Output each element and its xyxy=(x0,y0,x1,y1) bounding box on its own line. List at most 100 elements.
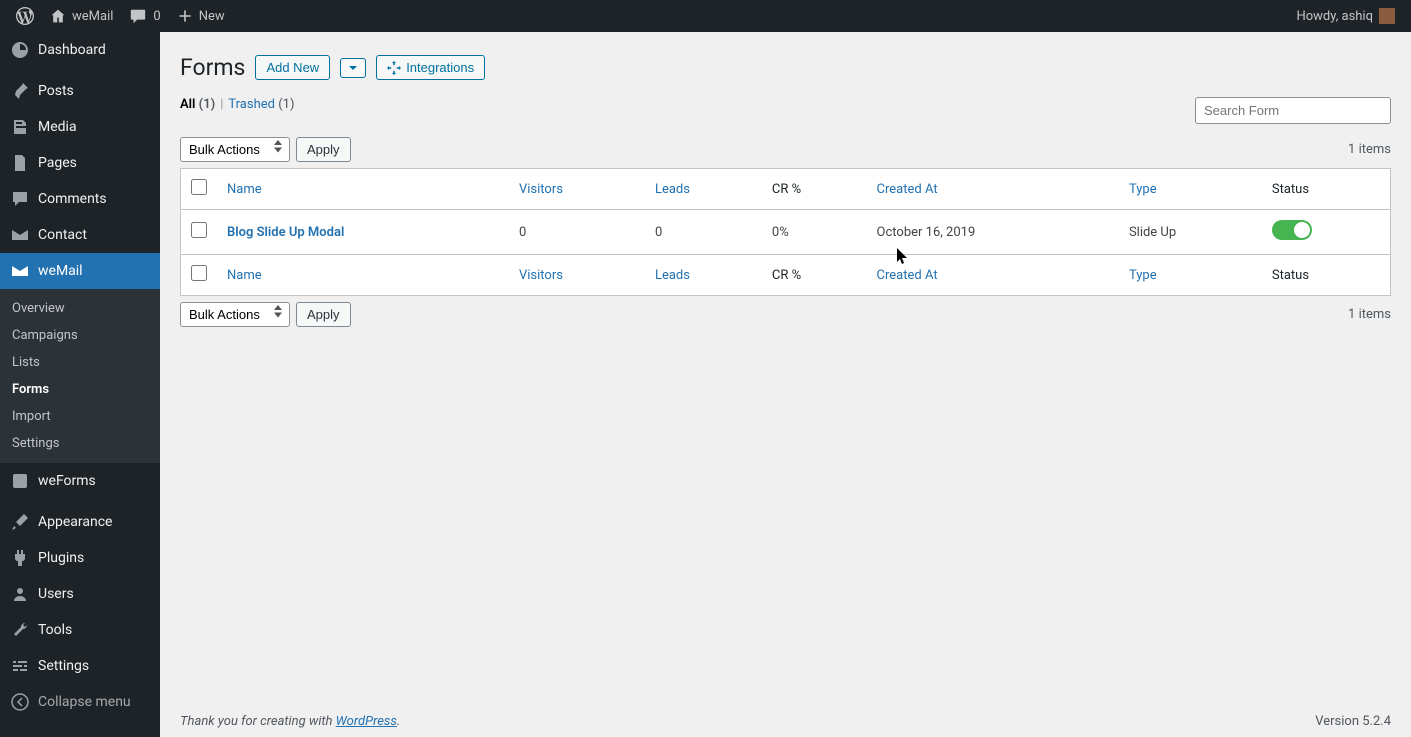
search-input[interactable] xyxy=(1195,97,1391,124)
wrench-icon xyxy=(10,620,30,640)
sidebar-item-comments[interactable]: Comments xyxy=(0,181,160,217)
new-label: New xyxy=(199,9,225,24)
admin-bar: weMail 0 New Howdy, ashiq xyxy=(0,0,1411,32)
sidebar-item-weforms[interactable]: weForms xyxy=(0,463,160,499)
comment-icon xyxy=(129,7,147,25)
col-status: Status xyxy=(1262,169,1391,210)
mail-icon xyxy=(10,225,30,245)
col-status: Status xyxy=(1262,255,1391,296)
pin-icon xyxy=(10,81,30,101)
row-checkbox[interactable] xyxy=(191,222,207,238)
comments-link[interactable]: 0 xyxy=(121,0,168,32)
row-type: Slide Up xyxy=(1119,210,1262,255)
howdy-label: Howdy, ashiq xyxy=(1296,9,1373,24)
page-header: Forms Add New Integrations xyxy=(180,54,1391,81)
add-new-button[interactable]: Add New xyxy=(255,55,330,80)
home-icon xyxy=(50,8,66,24)
col-visitors[interactable]: Visitors xyxy=(509,169,645,210)
caret-down-icon xyxy=(348,63,358,73)
filter-row: All (1) | Trashed (1) xyxy=(180,97,1391,131)
brush-icon xyxy=(10,512,30,532)
user-icon xyxy=(10,584,30,604)
sidebar-item-tools[interactable]: Tools xyxy=(0,612,160,648)
sidebar-item-contact[interactable]: Contact xyxy=(0,217,160,253)
select-all-top[interactable] xyxy=(191,179,207,195)
dashboard-icon xyxy=(10,40,30,60)
account-link[interactable]: Howdy, ashiq xyxy=(1288,0,1403,32)
sidebar-item-collapse[interactable]: Collapse menu xyxy=(0,684,160,720)
apply-button-bottom[interactable]: Apply xyxy=(296,302,351,327)
site-name-label: weMail xyxy=(72,9,113,24)
tablenav-bottom: Bulk Actions Apply 1 items xyxy=(180,302,1391,327)
new-content-link[interactable]: New xyxy=(169,0,233,32)
col-type[interactable]: Type xyxy=(1119,169,1262,210)
comments-count: 0 xyxy=(153,9,160,24)
submenu-item-lists[interactable]: Lists xyxy=(0,349,160,376)
integrations-button[interactable]: Integrations xyxy=(376,55,485,80)
sidebar-item-settings[interactable]: Settings xyxy=(0,648,160,684)
items-count-bottom: 1 items xyxy=(1348,307,1391,322)
status-toggle[interactable] xyxy=(1272,220,1312,240)
bulk-actions-select-bottom[interactable]: Bulk Actions xyxy=(180,302,290,327)
submenu-item-settings[interactable]: Settings xyxy=(0,430,160,457)
sidebar-item-label: Contact xyxy=(38,227,87,243)
tablenav-top: Bulk Actions Apply 1 items xyxy=(180,137,1391,162)
wp-footer: Thank you for creating with WordPress. V… xyxy=(160,706,1411,737)
col-name[interactable]: Name xyxy=(217,255,509,296)
col-created-at[interactable]: Created At xyxy=(867,255,1119,296)
sliders-icon xyxy=(10,656,30,676)
sidebar-item-dashboard[interactable]: Dashboard xyxy=(0,32,160,68)
weforms-icon xyxy=(10,471,30,491)
wp-logo[interactable] xyxy=(8,0,42,32)
main-content: Forms Add New Integrations All (1) | Tra… xyxy=(160,32,1411,737)
sidebar-item-label: Media xyxy=(38,119,77,135)
col-leads[interactable]: Leads xyxy=(645,255,762,296)
submenu-item-campaigns[interactable]: Campaigns xyxy=(0,322,160,349)
col-name[interactable]: Name xyxy=(217,169,509,210)
sidebar-item-label: Comments xyxy=(38,191,107,207)
sidebar-item-label: Posts xyxy=(38,83,74,99)
sidebar-item-users[interactable]: Users xyxy=(0,576,160,612)
select-all-bottom[interactable] xyxy=(191,265,207,281)
bulk-actions-select-top[interactable]: Bulk Actions xyxy=(180,137,290,162)
sidebar-item-posts[interactable]: Posts xyxy=(0,73,160,109)
sidebar-item-wemail[interactable]: weMail xyxy=(0,253,160,289)
comment-icon xyxy=(10,189,30,209)
col-cr: CR % xyxy=(762,169,867,210)
apply-button-top[interactable]: Apply xyxy=(296,137,351,162)
table-row: Blog Slide Up Modal 0 0 0% October 16, 2… xyxy=(181,210,1391,255)
filter-all[interactable]: All (1) xyxy=(180,97,215,112)
col-visitors[interactable]: Visitors xyxy=(509,255,645,296)
sidebar-item-media[interactable]: Media xyxy=(0,109,160,145)
footer-text: Thank you for creating with WordPress. xyxy=(180,714,400,729)
forms-table: Name Visitors Leads CR % Created At Type… xyxy=(180,168,1391,296)
submenu-item-import[interactable]: Import xyxy=(0,403,160,430)
sidebar-item-pages[interactable]: Pages xyxy=(0,145,160,181)
col-leads[interactable]: Leads xyxy=(645,169,762,210)
collapse-icon xyxy=(10,692,30,712)
sidebar-item-appearance[interactable]: Appearance xyxy=(0,504,160,540)
search-box xyxy=(1195,97,1391,124)
row-leads: 0 xyxy=(645,210,762,255)
version-label: Version 5.2.4 xyxy=(1315,714,1391,729)
items-count-top: 1 items xyxy=(1348,142,1391,157)
add-new-dropdown-button[interactable] xyxy=(340,58,366,78)
col-type[interactable]: Type xyxy=(1119,255,1262,296)
page-icon xyxy=(10,153,30,173)
site-name-link[interactable]: weMail xyxy=(42,0,121,32)
wordpress-link[interactable]: WordPress xyxy=(336,714,397,729)
sidebar-item-label: Pages xyxy=(38,155,77,171)
row-title-link[interactable]: Blog Slide Up Modal xyxy=(227,225,344,240)
sidebar-item-label: Settings xyxy=(38,658,89,674)
avatar xyxy=(1379,8,1395,24)
sidebar-item-label: Dashboard xyxy=(38,42,106,58)
col-created-at[interactable]: Created At xyxy=(867,169,1119,210)
sidebar-item-plugins[interactable]: Plugins xyxy=(0,540,160,576)
sidebar-item-label: weForms xyxy=(38,473,96,489)
row-visitors: 0 xyxy=(509,210,645,255)
submenu-item-forms[interactable]: Forms xyxy=(0,376,160,403)
filter-trashed[interactable]: Trashed (1) xyxy=(228,97,294,112)
submenu-item-overview[interactable]: Overview xyxy=(0,295,160,322)
row-created-at: October 16, 2019 xyxy=(867,210,1119,255)
sidebar-item-label: Collapse menu xyxy=(38,694,131,710)
